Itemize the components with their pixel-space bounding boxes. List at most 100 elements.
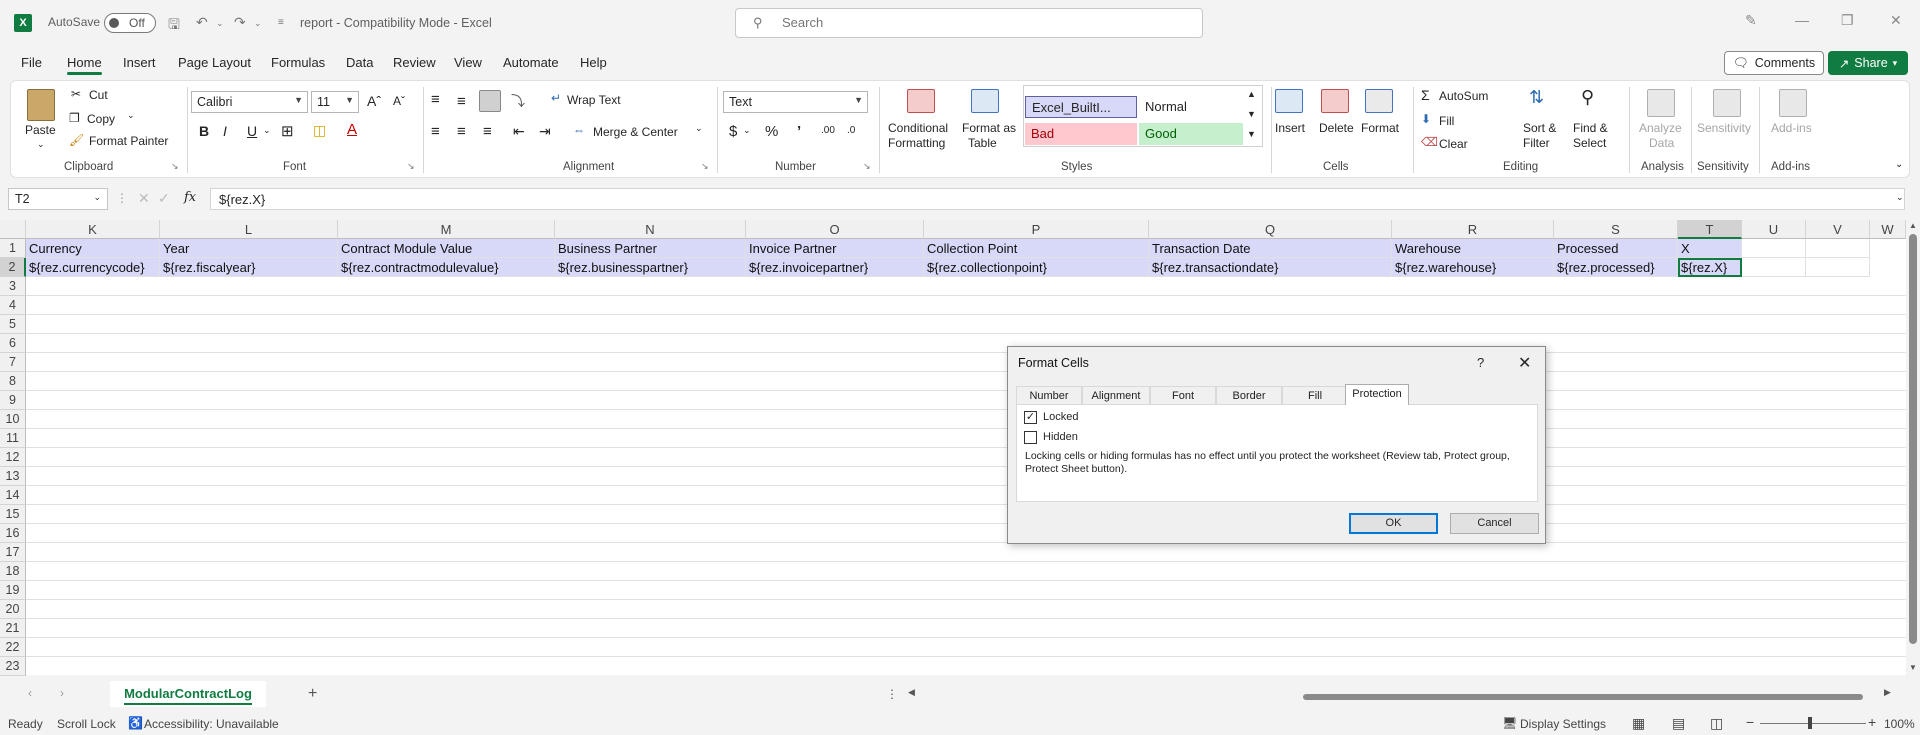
conditional-formatting-icon[interactable] [907,89,935,113]
menu-data[interactable]: Data [346,55,373,70]
row-header[interactable]: 17 [0,543,26,562]
cell-M2[interactable]: ${rez.contractmodulevalue} [338,258,555,277]
row-header[interactable]: 3 [0,277,26,296]
format-painter-button[interactable]: Format Painter [89,134,168,148]
align-left-icon[interactable]: ≡ [431,123,440,140]
close-dialog-icon[interactable]: ✕ [1518,353,1531,373]
column-header[interactable]: Q [1149,220,1392,239]
restore-icon[interactable]: ❐ [1841,12,1854,29]
cell-L2[interactable]: ${rez.fiscalyear} [160,258,338,277]
hidden-label[interactable]: Hidden [1043,431,1078,443]
number-format-combo[interactable]: Text ▼ [723,91,868,113]
help-icon[interactable]: ? [1477,355,1484,370]
format-as-label[interactable]: Format as [962,121,1016,135]
analyze-label[interactable]: Analyze [1639,121,1682,135]
styles-more-icon[interactable]: ▼ [1247,129,1256,139]
fill-icon[interactable]: ⬇ [1421,112,1431,126]
menu-insert[interactable]: Insert [123,55,156,70]
prev-sheet-icon[interactable]: ‹ [28,686,32,700]
copy-icon[interactable]: ❐ [69,111,80,125]
expand-formula-bar-icon[interactable]: ⌄ [1896,192,1904,203]
zoom-out-icon[interactable]: − [1746,714,1754,730]
cell-K2[interactable]: ${rez.currencycode} [26,258,160,277]
autosave-toggle[interactable]: Off [104,13,156,33]
paste-icon[interactable] [27,89,55,121]
scroll-down-icon[interactable]: ▼ [1909,663,1917,672]
sort-label[interactable]: Sort & [1523,121,1556,135]
insert-function-icon[interactable]: fx [184,190,196,205]
cell-O2[interactable]: ${rez.invoicepartner} [746,258,924,277]
row-header[interactable]: 16 [0,524,26,543]
increase-font-icon[interactable]: Aˆ [367,93,381,109]
cell-N1[interactable]: Business Partner [555,239,746,258]
cell-S1[interactable]: Processed [1554,239,1678,258]
format-cells-icon[interactable] [1365,89,1393,113]
comments-button[interactable]: 🗨 Comments [1724,51,1824,75]
merge-center-button[interactable]: Merge & Center [593,125,678,139]
redo-icon[interactable]: ↷ [234,14,246,31]
ok-button[interactable]: OK [1349,513,1438,534]
cell-O1[interactable]: Invoice Partner [746,239,924,258]
column-header[interactable]: K [26,220,160,239]
row-header[interactable]: 6 [0,334,26,353]
next-sheet-icon[interactable]: › [60,686,64,700]
cell-U1[interactable] [1742,239,1806,258]
borders-icon[interactable]: ⊞ [281,122,294,140]
column-header[interactable]: S [1554,220,1678,239]
collapse-ribbon-icon[interactable]: ⌄ [1895,159,1903,170]
row-header[interactable]: 7 [0,353,26,372]
copy-button[interactable]: Copy [87,112,115,126]
fill-color-icon[interactable]: ◫ [313,122,326,139]
font-name-combo[interactable]: Calibri ▼ [191,91,308,113]
delete-cells-icon[interactable] [1321,89,1349,113]
cell-V1[interactable] [1806,239,1870,258]
tab-border[interactable]: Border [1216,386,1282,404]
column-header[interactable]: U [1742,220,1806,239]
accessibility-icon[interactable]: ♿ [128,716,143,730]
more-sheets-icon[interactable]: ⋮ [886,687,898,701]
filter-label[interactable]: Filter [1523,136,1550,150]
cell-T2[interactable]: ${rez.X} [1678,258,1742,277]
row-header[interactable]: 14 [0,486,26,505]
analyze-data-label[interactable]: Data [1649,136,1674,150]
cell-K1[interactable]: Currency [26,239,160,258]
row-header[interactable]: 22 [0,638,26,657]
cut-icon[interactable]: ✂ [71,87,81,101]
underline-icon[interactable]: U [247,123,257,139]
tab-font[interactable]: Font [1150,386,1216,404]
row-header[interactable]: 19 [0,581,26,600]
styles-scroll-down-icon[interactable]: ▼ [1247,109,1256,119]
wrap-text-icon[interactable]: ↵ [551,91,561,105]
normal-view-icon[interactable]: ▦ [1632,715,1645,732]
cell-S2[interactable]: ${rez.processed} [1554,258,1678,277]
row-header[interactable]: 20 [0,600,26,619]
copy-dropdown-icon[interactable]: ⌄ [127,110,135,121]
row-header[interactable]: 11 [0,429,26,448]
sensitivity-button[interactable]: Sensitivity [1697,121,1751,135]
column-header[interactable]: P [924,220,1149,239]
search-input[interactable] [782,15,1162,30]
menu-help[interactable]: Help [580,55,607,70]
fill-button[interactable]: Fill [1439,114,1454,128]
menu-automate[interactable]: Automate [503,55,559,70]
style-normal[interactable]: Normal [1139,96,1243,118]
cell-L1[interactable]: Year [160,239,338,258]
analyze-data-icon[interactable] [1647,89,1675,117]
column-header[interactable]: V [1806,220,1870,239]
row-header[interactable]: 18 [0,562,26,581]
menu-file[interactable]: File [21,55,42,70]
decrease-indent-icon[interactable]: ⇤ [513,123,525,140]
minimize-icon[interactable]: — [1795,12,1809,28]
horizontal-scroll-thumb[interactable] [1303,694,1863,700]
format-cells-button[interactable]: Format [1361,121,1399,135]
row-header[interactable]: 23 [0,657,26,676]
page-layout-view-icon[interactable]: ▤ [1672,715,1685,732]
font-launcher-icon[interactable]: ↘ [407,161,415,172]
find-select-icon[interactable]: ⚲ [1581,87,1594,108]
menu-review[interactable]: Review [393,55,436,70]
menu-view[interactable]: View [454,55,482,70]
column-header[interactable]: W [1870,220,1906,239]
bold-icon[interactable]: B [199,123,209,139]
cancel-button[interactable]: Cancel [1450,513,1539,534]
align-center-icon[interactable]: ≡ [457,123,466,140]
